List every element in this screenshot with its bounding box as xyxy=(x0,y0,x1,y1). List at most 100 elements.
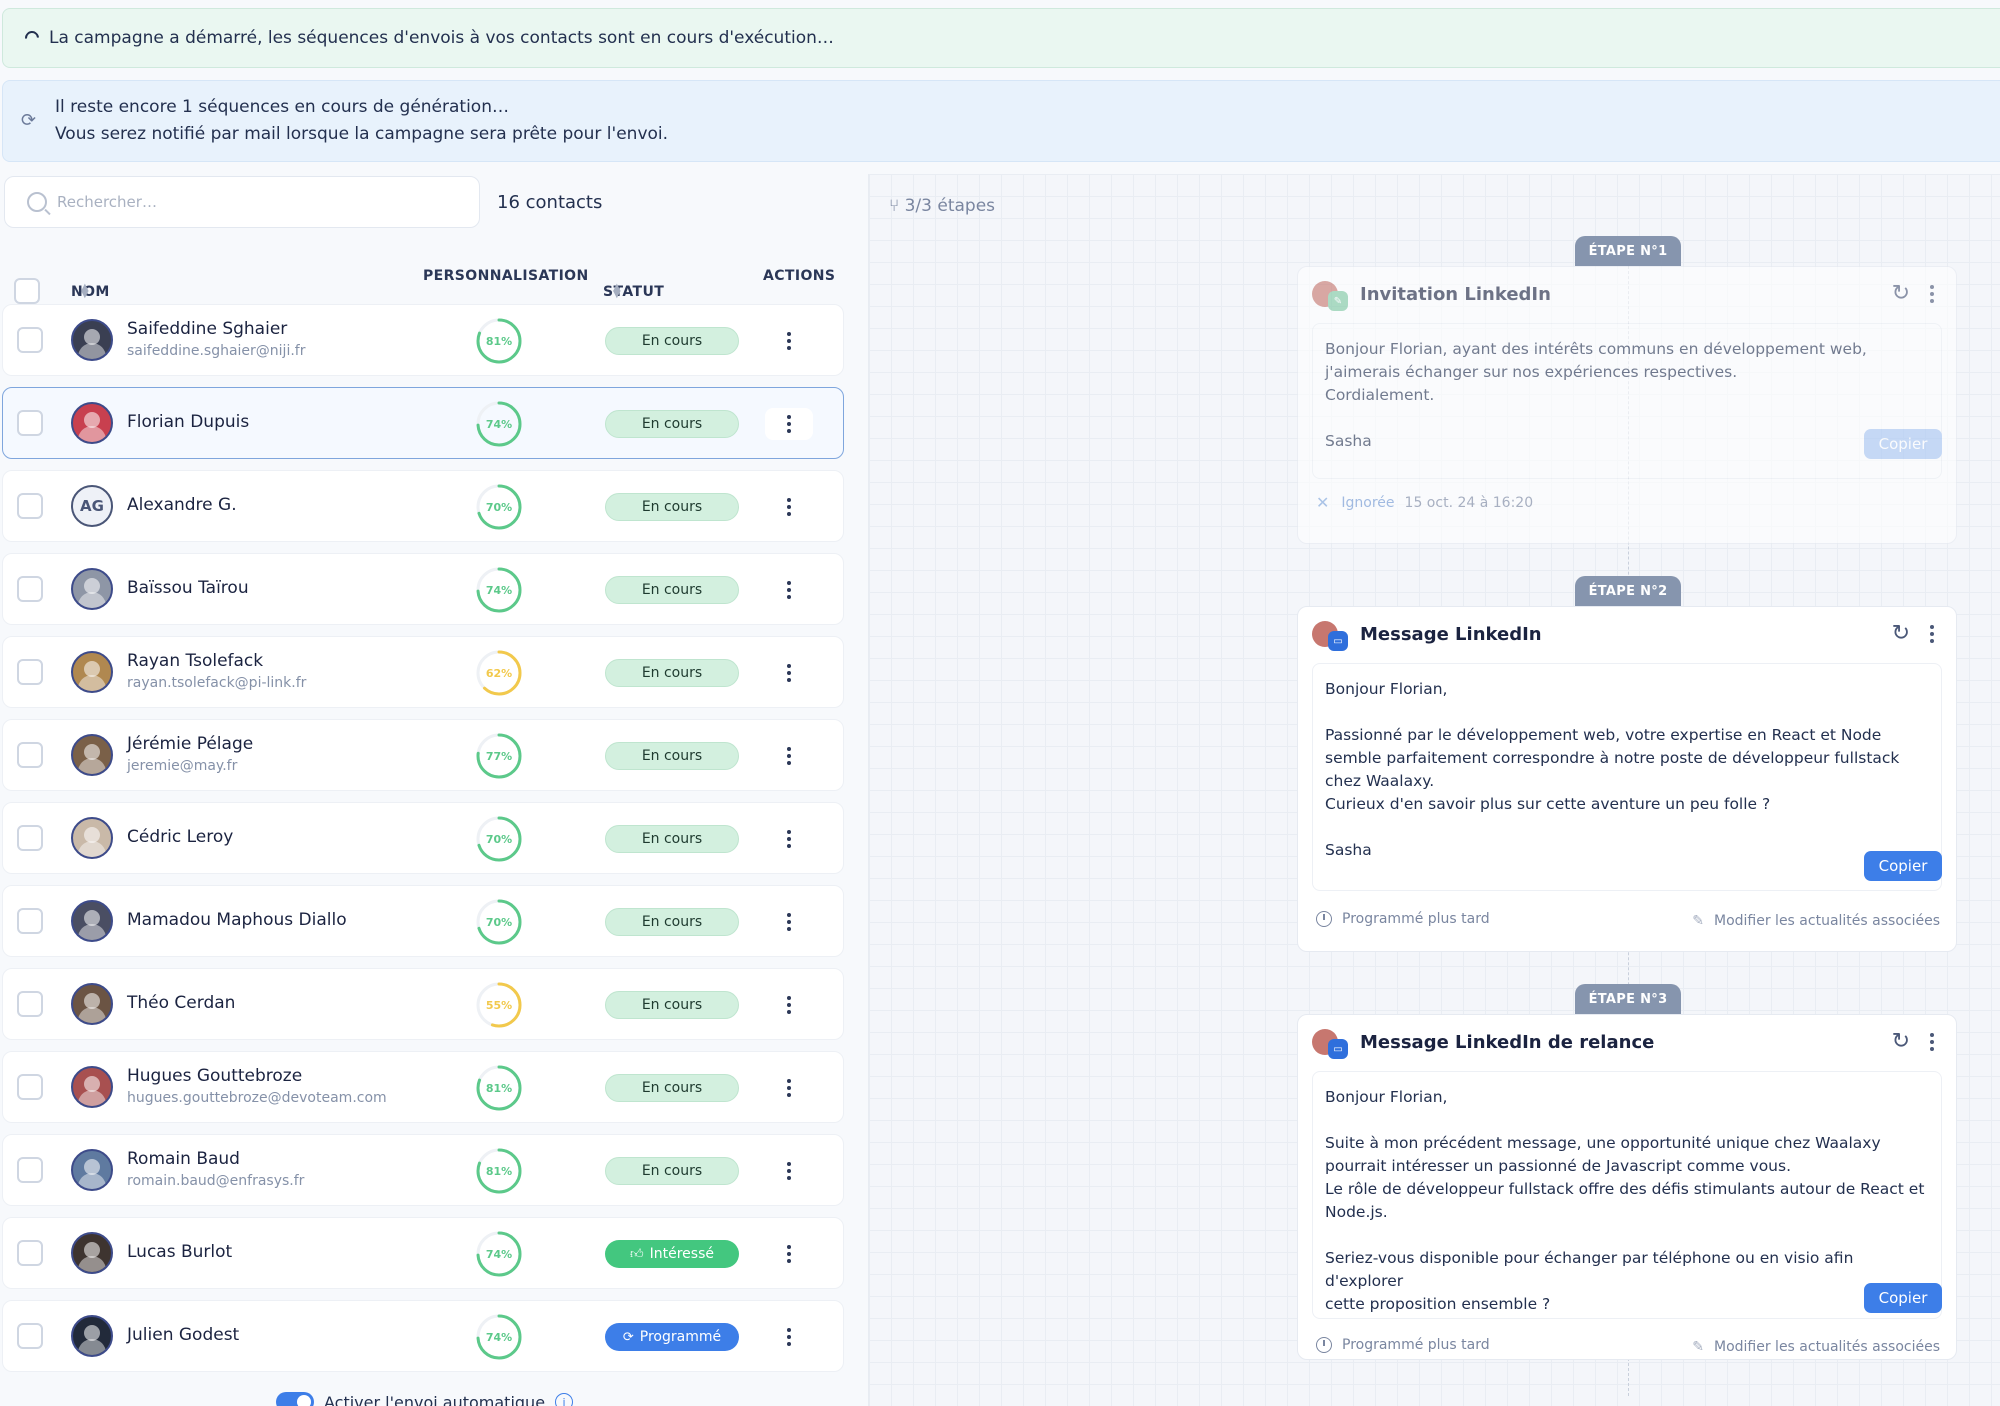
row-checkbox[interactable] xyxy=(17,908,43,934)
row-actions-button[interactable] xyxy=(765,325,813,357)
row-actions-button[interactable] xyxy=(765,1155,813,1187)
row-actions-button[interactable] xyxy=(765,906,813,938)
row-checkbox[interactable] xyxy=(17,659,43,685)
status-badge: En cours xyxy=(605,991,739,1019)
row-checkbox[interactable] xyxy=(17,327,43,353)
table-row[interactable]: Mamadou Maphous Diallo 70% En cours xyxy=(2,885,844,957)
row-checkbox[interactable] xyxy=(17,991,43,1017)
row-actions-button[interactable] xyxy=(765,1238,813,1270)
sort-icon[interactable]: ▲ ▼ xyxy=(81,283,89,300)
row-checkbox[interactable] xyxy=(17,742,43,768)
status-badge: 👍︎ Intéressé xyxy=(605,1240,739,1268)
avatar: ✎ xyxy=(1312,281,1348,311)
ignored-date: 15 oct. 24 à 16:20 xyxy=(1404,494,1534,511)
row-actions-button[interactable] xyxy=(765,989,813,1021)
contact-name[interactable]: Hugues Gouttebroze xyxy=(127,1066,302,1086)
contact-name[interactable]: Baïssou Taïrou xyxy=(127,578,249,598)
row-checkbox[interactable] xyxy=(17,1157,43,1183)
regenerate-icon[interactable]: ↻ xyxy=(1892,623,1910,645)
table-row[interactable]: Florian Dupuis 74% En cours xyxy=(2,387,844,459)
table-row[interactable]: AG Alexandre G. 70% En cours xyxy=(2,470,844,542)
table-row[interactable]: Baïssou Taïrou 74% En cours xyxy=(2,553,844,625)
avatar xyxy=(71,319,113,361)
copy-button[interactable]: Copier xyxy=(1864,1283,1942,1313)
branch-icon: ⑂ xyxy=(889,196,905,216)
contact-name[interactable]: Jérémie Pélage xyxy=(127,734,253,754)
row-actions-button[interactable] xyxy=(765,1072,813,1104)
table-row[interactable]: Rayan Tsolefack rayan.tsolefack@pi-link.… xyxy=(2,636,844,708)
status-badge: En cours xyxy=(605,410,739,438)
row-actions-button[interactable] xyxy=(765,657,813,689)
edit-news-link[interactable]: ✎ Modifier les actualités associées xyxy=(1692,1339,1940,1355)
status-badge: En cours xyxy=(605,659,739,687)
auto-send-toggle[interactable] xyxy=(276,1392,314,1406)
copy-button[interactable]: Copier xyxy=(1864,429,1942,459)
campaign-started-text: La campagne a démarré, les séquences d'e… xyxy=(49,28,834,48)
copy-button[interactable]: Copier xyxy=(1864,851,1942,881)
row-checkbox[interactable] xyxy=(17,410,43,436)
generation-notify-text: Vous serez notifié par mail lorsque la c… xyxy=(55,124,669,144)
search-box[interactable] xyxy=(4,176,480,228)
sort-icon[interactable]: ▲ ▼ xyxy=(613,283,621,300)
avatar xyxy=(71,1232,113,1274)
step-2-card: ▭ Message LinkedIn ↻ Bonjour Florian, Pa… xyxy=(1297,606,1957,952)
row-actions-button[interactable] xyxy=(765,1321,813,1353)
row-checkbox[interactable] xyxy=(17,493,43,519)
table-row[interactable]: Théo Cerdan 55% En cours xyxy=(2,968,844,1040)
avatar xyxy=(71,817,113,859)
info-icon[interactable]: i xyxy=(555,1393,574,1406)
avatar xyxy=(71,734,113,776)
more-options-icon[interactable] xyxy=(1930,285,1934,303)
clock-icon xyxy=(1316,911,1332,927)
row-checkbox[interactable] xyxy=(17,1074,43,1100)
row-actions-button[interactable] xyxy=(765,823,813,855)
contact-name[interactable]: Alexandre G. xyxy=(127,495,237,515)
table-row[interactable]: Romain Baud romain.baud@enfrasys.fr 81% … xyxy=(2,1134,844,1206)
row-actions-button[interactable] xyxy=(765,740,813,772)
table-row[interactable]: Saifeddine Sghaier saifeddine.sghaier@ni… xyxy=(2,304,844,376)
step-1-message[interactable]: Bonjour Florian, ayant des intérêts comm… xyxy=(1312,323,1942,479)
contact-name[interactable]: Mamadou Maphous Diallo xyxy=(127,910,347,930)
contact-name[interactable]: Romain Baud xyxy=(127,1149,240,1169)
contact-name[interactable]: Julien Godest xyxy=(127,1325,239,1345)
row-actions-button[interactable] xyxy=(765,574,813,606)
row-checkbox[interactable] xyxy=(17,825,43,851)
table-row[interactable]: Hugues Gouttebroze hugues.gouttebroze@de… xyxy=(2,1051,844,1123)
step-2-message[interactable]: Bonjour Florian, Passionné par le dévelo… xyxy=(1312,663,1942,891)
select-all-checkbox[interactable] xyxy=(14,278,40,304)
contact-name[interactable]: Cédric Leroy xyxy=(127,827,233,847)
row-actions-button[interactable] xyxy=(765,491,813,523)
step-3-message[interactable]: Bonjour Florian, Suite à mon précédent m… xyxy=(1312,1071,1942,1319)
avatar: AG xyxy=(71,485,113,527)
personalization-gauge: 70% xyxy=(476,484,522,530)
table-row[interactable]: Julien Godest 74% ⟳ Programmé xyxy=(2,1300,844,1372)
avatar xyxy=(71,651,113,693)
more-options-icon[interactable] xyxy=(1930,625,1934,643)
invitation-icon: ✎ xyxy=(1328,291,1348,311)
contact-name[interactable]: Saifeddine Sghaier xyxy=(127,319,287,339)
status-badge: En cours xyxy=(605,908,739,936)
row-checkbox[interactable] xyxy=(17,576,43,602)
contact-email: hugues.gouttebroze@devoteam.com xyxy=(127,1090,387,1106)
contact-name[interactable]: Florian Dupuis xyxy=(127,412,249,432)
contact-name[interactable]: Lucas Burlot xyxy=(127,1242,232,1262)
table-row[interactable]: Cédric Leroy 70% En cours xyxy=(2,802,844,874)
more-options-icon[interactable] xyxy=(1930,1033,1934,1051)
step-1-title: Invitation LinkedIn xyxy=(1360,283,1551,305)
table-header: NOM ▲ ▼ PERSONNALISATION STATUT ▲ ▼ ACTIONS xyxy=(0,252,850,304)
table-row[interactable]: Jérémie Pélage jeremie@may.fr 77% En cou… xyxy=(2,719,844,791)
sequence-generation-banner: ⟳ Il reste encore 1 séquences en cours d… xyxy=(2,80,2000,162)
contact-name[interactable]: Rayan Tsolefack xyxy=(127,651,263,671)
edit-news-link[interactable]: ✎ Modifier les actualités associées xyxy=(1692,913,1940,929)
regenerate-icon[interactable]: ↻ xyxy=(1892,1031,1910,1053)
row-checkbox[interactable] xyxy=(17,1323,43,1349)
search-input[interactable] xyxy=(57,193,357,211)
row-actions-button[interactable] xyxy=(765,408,813,440)
personalization-gauge: 62% xyxy=(476,650,522,696)
contact-name[interactable]: Théo Cerdan xyxy=(127,993,235,1013)
contacts-count: 16 contacts xyxy=(497,192,603,213)
table-row[interactable]: Lucas Burlot 74% 👍︎ Intéressé xyxy=(2,1217,844,1289)
thumbs-up-icon: 👍︎ xyxy=(630,1246,644,1262)
regenerate-icon[interactable]: ↻ xyxy=(1892,283,1910,305)
row-checkbox[interactable] xyxy=(17,1240,43,1266)
